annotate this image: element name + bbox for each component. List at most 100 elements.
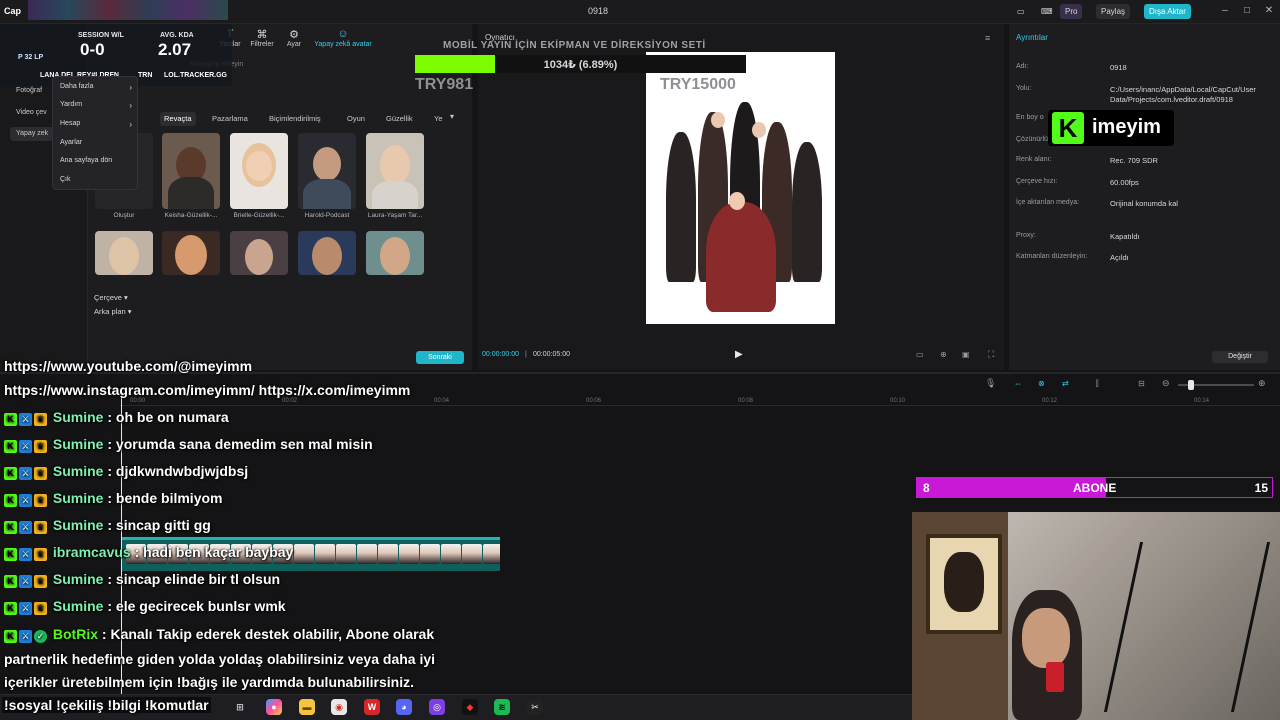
menu-item-more[interactable]: Daha fazla › bbox=[60, 83, 132, 92]
moderator-badge-icon: ⚔ bbox=[19, 440, 32, 454]
detail-label: Çerçeve hızı: bbox=[1016, 178, 1058, 185]
tab-formatted[interactable]: Biçimlendirilmiş bbox=[265, 112, 325, 126]
minimize-icon[interactable]: – bbox=[1218, 4, 1232, 18]
close-icon[interactable]: ✕ bbox=[1262, 4, 1276, 18]
link-icon[interactable]: ⇔ bbox=[1014, 379, 1022, 388]
avatar-card[interactable] bbox=[230, 133, 288, 209]
tab-beauty[interactable]: Güzellik bbox=[382, 112, 417, 126]
tab-label: Biçimlendirilmiş bbox=[269, 114, 321, 123]
change-button[interactable]: Değiştir bbox=[1212, 351, 1268, 363]
microphone-icon[interactable]: 🎙 bbox=[985, 378, 996, 389]
shortcut-icon[interactable]: ⌨ bbox=[1036, 4, 1058, 19]
tab-game[interactable]: Oyun bbox=[343, 112, 369, 126]
discord-icon[interactable]: ◕ bbox=[396, 699, 412, 715]
play-icon[interactable]: ▶ bbox=[735, 349, 743, 360]
menu-icon[interactable]: ≡ bbox=[985, 33, 990, 43]
fullscreen-icon[interactable]: ⛶ bbox=[988, 349, 994, 360]
chrome-icon[interactable]: ◉ bbox=[331, 699, 347, 715]
tab-marketing[interactable]: Pazarlama bbox=[208, 112, 252, 126]
chat-message: : sincap gitti gg bbox=[107, 517, 211, 533]
clip-thumbnail bbox=[357, 544, 377, 564]
menu-item-help[interactable]: Yardım › bbox=[60, 101, 132, 110]
tool-adjust[interactable]: ⚙ Ayar bbox=[274, 28, 314, 48]
chevron-down-icon[interactable]: ▾ bbox=[450, 112, 454, 121]
webcam-face bbox=[1022, 608, 1070, 668]
spotify-icon[interactable]: ≋ bbox=[494, 699, 510, 715]
quality-icon[interactable]: ▣ bbox=[962, 350, 970, 359]
tab-trending[interactable]: Revaçta bbox=[160, 112, 196, 126]
next-label: Sonraki bbox=[428, 354, 452, 361]
tool-label: Filtreler bbox=[250, 41, 274, 48]
frame-dropdown[interactable]: Çerçeve ▾ bbox=[94, 293, 128, 302]
tool-ai-avatar[interactable]: ☺ Yapay zekâ avatar bbox=[312, 28, 374, 48]
avatar-card[interactable] bbox=[162, 133, 220, 209]
avatar-card[interactable] bbox=[230, 231, 288, 275]
chat-badges: K ⚔ ♛ bbox=[4, 410, 49, 427]
time-total: 00:00:05:00 bbox=[533, 351, 570, 358]
avatar-card[interactable] bbox=[366, 133, 424, 209]
copilot-icon[interactable]: ● bbox=[266, 699, 282, 715]
menu-item-account[interactable]: Hesap › bbox=[60, 120, 132, 129]
app-name: Cap bbox=[4, 6, 22, 16]
game-client-icon[interactable]: ◆ bbox=[462, 699, 478, 715]
layout-icon[interactable]: ▭ bbox=[1012, 4, 1030, 19]
maximize-icon[interactable]: □ bbox=[1240, 4, 1254, 18]
chat-message: : djdkwndwbdjwjdbsj bbox=[107, 463, 249, 479]
avatar-card[interactable] bbox=[298, 231, 356, 275]
preview-axis-icon[interactable]: ⊟ bbox=[1138, 379, 1145, 388]
tracker-label: LOL.TRACKER.GG bbox=[164, 72, 227, 79]
zoom-out-icon[interactable]: ⊖ bbox=[1162, 378, 1170, 389]
zoom-icon[interactable]: ⊕ bbox=[940, 350, 947, 359]
goal-progress-text: 1034₺ (6.89%) bbox=[543, 59, 618, 71]
zoom-slider-handle[interactable] bbox=[1188, 380, 1194, 390]
kick-badge-icon: K bbox=[4, 575, 17, 589]
session-value: 0-0 bbox=[80, 40, 105, 59]
folder-icon[interactable]: ▬ bbox=[299, 699, 315, 715]
avatar-card[interactable] bbox=[162, 231, 220, 275]
background-dropdown[interactable]: Arka plan ▾ bbox=[94, 307, 132, 316]
share-label: Paylaş bbox=[1101, 7, 1126, 16]
wps-icon[interactable]: W bbox=[364, 699, 380, 715]
split-icon[interactable]: ⫿ bbox=[1096, 379, 1099, 389]
preview-face bbox=[710, 112, 725, 128]
menu-item-exit[interactable]: Çık bbox=[60, 176, 132, 183]
avatar-face bbox=[380, 237, 410, 275]
kick-badge-icon: K bbox=[4, 440, 17, 454]
clip-thumbnail bbox=[294, 544, 314, 564]
avatar-card[interactable] bbox=[95, 231, 153, 275]
pro-button[interactable]: Pro bbox=[1060, 4, 1083, 19]
avatar-face bbox=[109, 237, 139, 275]
crown-badge-icon: ♛ bbox=[34, 521, 47, 535]
obs-icon[interactable]: ◎ bbox=[429, 699, 445, 715]
zoom-in-icon[interactable]: ⊕ bbox=[1258, 378, 1266, 389]
subscriber-label: ABONE bbox=[1073, 481, 1117, 495]
chat-badges: K ⚔ ♛ bbox=[4, 491, 49, 508]
tab-more[interactable]: Ye bbox=[430, 112, 447, 126]
ratio-icon[interactable]: ▭ bbox=[916, 350, 924, 359]
snap-icon[interactable]: ⇄ bbox=[1062, 379, 1069, 388]
menu-item-settings[interactable]: Ayarlar bbox=[60, 139, 132, 146]
background-label: Arka plan bbox=[94, 307, 126, 316]
avatar-label: Laura-Yaşam Tar... bbox=[367, 212, 423, 219]
chat-row: K ⚔ ♛ Sumine : oh be on numara bbox=[4, 409, 229, 431]
task-view-icon[interactable]: ⊞ bbox=[232, 699, 248, 715]
kick-badge-icon: K bbox=[4, 413, 17, 427]
goal-banner: MOBİL YAYIN İÇİN EKİPMAN VE DİREKSİYON S… bbox=[443, 40, 706, 51]
detail-label: Yolu: bbox=[1016, 85, 1032, 92]
export-button[interactable]: Dışa Aktar bbox=[1144, 4, 1191, 19]
moderator-badge-icon: ⚔ bbox=[19, 575, 32, 589]
capcut-icon[interactable]: ✂ bbox=[527, 699, 543, 715]
kick-badge-icon: K bbox=[4, 494, 17, 508]
chevron-right-icon: › bbox=[129, 101, 132, 110]
sidebar-item-label: Fotoğraf bbox=[16, 87, 43, 94]
magnet-icon[interactable]: ⊗ bbox=[1038, 379, 1045, 388]
share-button[interactable]: Paylaş bbox=[1096, 4, 1131, 19]
chat-username: Sumine bbox=[52, 598, 104, 614]
menu-item-home[interactable]: Ana sayfaya dön bbox=[60, 157, 132, 164]
avatar-card[interactable] bbox=[298, 133, 356, 209]
detail-label: Adı: bbox=[1016, 63, 1029, 70]
avatar-card[interactable] bbox=[366, 231, 424, 275]
avatar-body bbox=[168, 177, 214, 209]
next-button[interactable]: Sonraki bbox=[416, 351, 464, 364]
details-title: Ayrıntılar bbox=[1016, 33, 1048, 42]
